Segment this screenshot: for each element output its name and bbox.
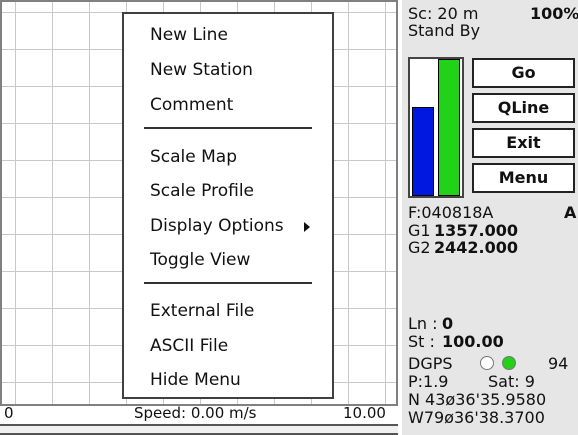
app-screen: New Line New Station Comment Scale Map S… — [0, 0, 578, 435]
side-panel: Sc: 20 m 100% Stand By Go QLine Exit Men… — [402, 0, 578, 435]
scale-end: 10.00 — [343, 404, 386, 422]
north-coordinate: N 43ø36'35.9580 — [408, 390, 547, 409]
satellite-count: Sat: 9 — [488, 372, 535, 391]
menu-item-label: Display Options — [150, 216, 284, 236]
qline-button[interactable]: QLine — [472, 93, 575, 123]
scale-start: 0 — [4, 404, 14, 422]
menu-item-external-file[interactable]: External File — [124, 296, 332, 326]
g2-value: 2442.000 — [434, 238, 519, 257]
zoom-readout: 100% — [530, 4, 578, 23]
menu-item-label: Hide Menu — [150, 370, 241, 390]
file-name: F:040818A — [408, 203, 494, 222]
gps-status-icon — [502, 356, 516, 370]
menu-item-label: Scale Profile — [150, 181, 255, 201]
menu-separator — [144, 127, 312, 129]
menu-item-scale-profile[interactable]: Scale Profile — [124, 176, 332, 206]
speed-readout: Speed: 0.00 m/s — [134, 404, 257, 422]
menu-item-toggle-view[interactable]: Toggle View — [124, 245, 332, 275]
dgps-value: 94 — [548, 354, 569, 373]
profile-scrollbar[interactable] — [0, 424, 398, 435]
exit-button[interactable]: Exit — [472, 128, 575, 158]
submenu-arrow-icon — [304, 222, 310, 232]
st-value: 100.00 — [442, 332, 504, 351]
ln-value: 0 — [442, 314, 454, 333]
signal-bars — [408, 57, 464, 198]
menu-item-label: Comment — [150, 95, 234, 115]
dgps-status-icon — [480, 356, 494, 370]
west-coordinate: W79ø36'38.3700 — [408, 408, 545, 427]
st-label: St : — [408, 332, 435, 351]
file-flag: A — [564, 203, 577, 222]
menu-item-new-line[interactable]: New Line — [124, 20, 332, 50]
menu-separator — [144, 282, 312, 284]
menu-item-label: New Station — [150, 60, 253, 80]
menu-item-label: ASCII File — [150, 336, 229, 356]
menu-item-label: Scale Map — [150, 147, 238, 167]
menu-item-label: New Line — [150, 25, 228, 45]
mode-status: Stand By — [408, 21, 481, 40]
menu-item-label: Toggle View — [150, 250, 251, 270]
go-button[interactable]: Go — [472, 58, 575, 88]
signal-bar-green — [438, 59, 460, 196]
signal-bar-blue — [412, 107, 434, 196]
menu-item-label: External File — [150, 301, 255, 321]
menu-item-display-options[interactable]: Display Options — [124, 211, 332, 241]
menu-item-ascii-file[interactable]: ASCII File — [124, 331, 332, 361]
menu-item-scale-map[interactable]: Scale Map — [124, 142, 332, 172]
ln-label: Ln : — [408, 314, 438, 333]
dgps-label: DGPS — [408, 354, 453, 373]
menu-item-hide-menu[interactable]: Hide Menu — [124, 365, 332, 395]
pdop-readout: P:1.9 — [408, 372, 449, 391]
context-menu: New Line New Station Comment Scale Map S… — [122, 12, 334, 399]
g2-label: G2 — [408, 238, 431, 257]
menu-button[interactable]: Menu — [472, 163, 575, 193]
status-bar: 0 Speed: 0.00 m/s 10.00 — [0, 404, 398, 422]
menu-item-new-station[interactable]: New Station — [124, 55, 332, 85]
menu-item-comment[interactable]: Comment — [124, 90, 332, 120]
